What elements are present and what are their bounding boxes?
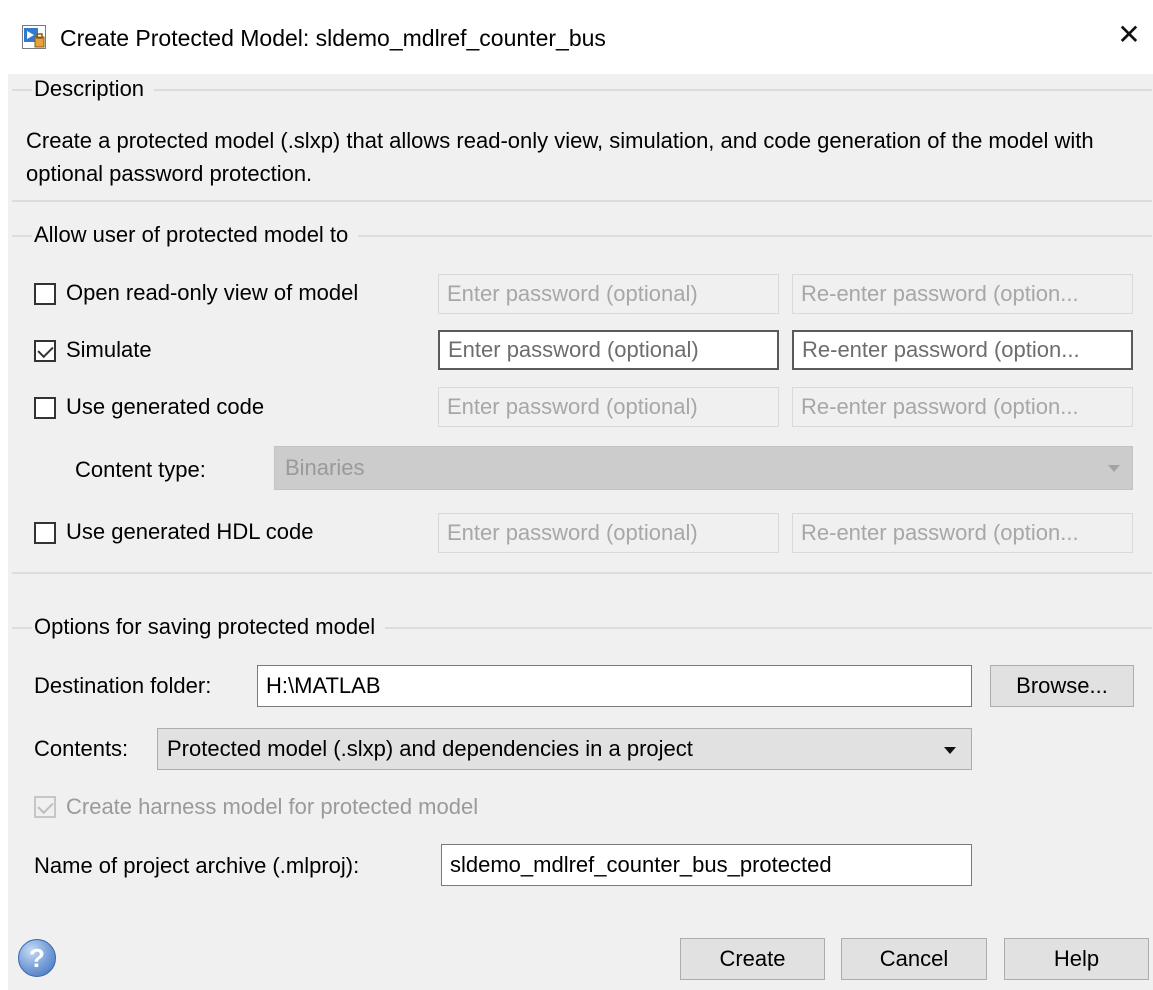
read-only-reenter-password-field[interactable]: Re-enter password (option... xyxy=(792,274,1133,314)
project-archive-label: Name of project archive (.mlproj): xyxy=(34,853,360,878)
read-only-view-label: Open read-only view of model xyxy=(66,280,359,305)
destination-folder-input[interactable]: H:\MATLAB xyxy=(257,665,972,707)
simulate-reenter-password-field[interactable]: Re-enter password (option... xyxy=(792,330,1133,370)
destination-folder-label: Destination folder: xyxy=(34,673,212,698)
content-type-dropdown[interactable]: Binaries xyxy=(274,446,1133,490)
close-icon[interactable]: ✕ xyxy=(1112,18,1146,52)
divider xyxy=(12,200,1152,202)
saving-group-title: Options for saving protected model xyxy=(32,613,386,641)
generated-code-reenter-password-field[interactable]: Re-enter password (option... xyxy=(792,387,1133,427)
create-button[interactable]: Create xyxy=(680,938,825,980)
cancel-button[interactable]: Cancel xyxy=(841,938,987,980)
generated-code-password-field[interactable]: Enter password (optional) xyxy=(438,387,779,427)
read-only-password-field[interactable]: Enter password (optional) xyxy=(438,274,779,314)
divider xyxy=(12,572,1152,574)
hdl-code-password-field[interactable]: Enter password (optional) xyxy=(438,513,779,553)
contents-label: Contents: xyxy=(34,736,129,761)
window-title: Create Protected Model: sldemo_mdlref_co… xyxy=(60,25,606,51)
window-frame xyxy=(0,74,8,990)
contents-value: Protected model (.slxp) and dependencies… xyxy=(167,736,693,761)
read-only-view-checkbox[interactable] xyxy=(34,283,56,305)
permissions-group: Allow user of protected model to xyxy=(12,221,1152,249)
description-group: Description xyxy=(12,75,1152,103)
simulate-password-field[interactable]: Enter password (optional) xyxy=(438,330,779,370)
permissions-group-title: Allow user of protected model to xyxy=(32,221,359,249)
help-button[interactable]: Help xyxy=(1004,938,1149,980)
use-hdl-code-label: Use generated HDL code xyxy=(66,519,314,544)
browse-button[interactable]: Browse... xyxy=(990,665,1134,707)
help-icon[interactable]: ? xyxy=(18,939,56,977)
harness-model-label: Create harness model for protected model xyxy=(66,794,479,819)
description-text: Create a protected model (.slxp) that al… xyxy=(26,128,1094,186)
project-archive-input[interactable]: sldemo_mdlref_counter_bus_protected xyxy=(441,844,972,886)
chevron-down-icon xyxy=(944,747,956,754)
content-type-label: Content type: xyxy=(75,457,206,482)
saving-group: Options for saving protected model xyxy=(12,613,1152,641)
use-generated-code-checkbox[interactable] xyxy=(34,397,56,419)
content-type-value: Binaries xyxy=(285,455,365,480)
simulate-checkbox[interactable] xyxy=(34,340,56,362)
use-hdl-code-checkbox[interactable] xyxy=(34,522,56,544)
use-generated-code-label: Use generated code xyxy=(66,394,265,419)
harness-model-checkbox[interactable] xyxy=(34,796,56,818)
contents-dropdown[interactable]: Protected model (.slxp) and dependencies… xyxy=(157,728,972,770)
chevron-down-icon xyxy=(1108,465,1120,472)
simulink-icon xyxy=(22,25,46,49)
hdl-code-reenter-password-field[interactable]: Re-enter password (option... xyxy=(792,513,1133,553)
simulate-label: Simulate xyxy=(66,337,152,362)
description-group-title: Description xyxy=(32,75,155,103)
title-bar: Create Protected Model: sldemo_mdlref_co… xyxy=(0,0,1153,74)
